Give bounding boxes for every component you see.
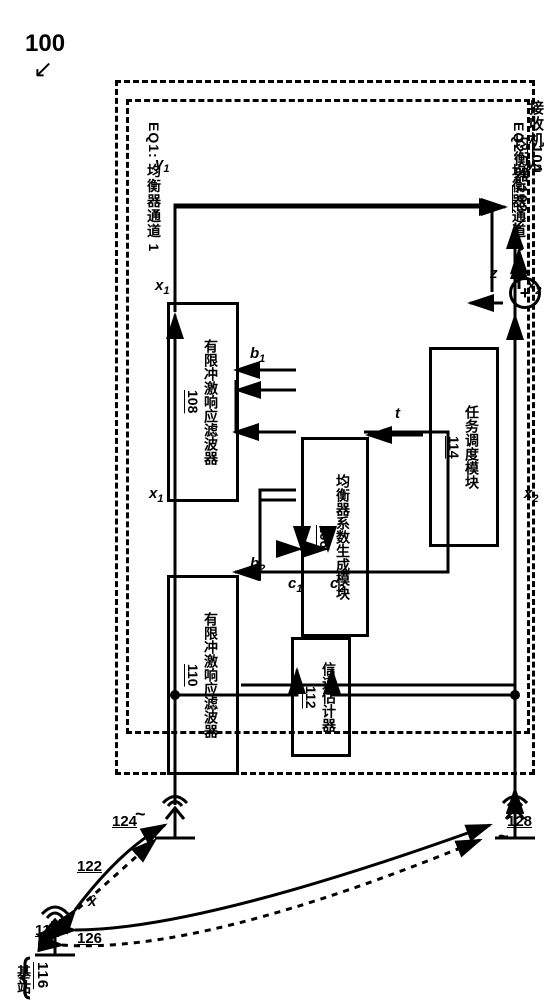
equalizer-box: EQ1: 均衡器通道 1 EQ2: 均衡器通道 2 有限冲激响应滤波器 108 … <box>126 99 530 734</box>
eq-channel-1-label: EQ1: 均衡器通道 1 <box>144 122 164 252</box>
receiver-box: EQ1: 均衡器通道 1 EQ2: 均衡器通道 2 有限冲激响应滤波器 108 … <box>115 80 535 775</box>
fir1-num: 108 <box>185 390 201 413</box>
equalizer-arrow: ↙ <box>512 210 529 235</box>
signal-x1-a: x1 <box>155 277 169 297</box>
svg-text:~: ~ <box>58 910 69 930</box>
task-title: 任务调度模块 <box>462 405 482 489</box>
fir2-title: 有限冲激响应滤波器 <box>201 612 221 738</box>
task-sched-block: 任务调度模块 114 <box>429 347 499 547</box>
sig-122: 122 <box>77 858 102 875</box>
equalizer-num: 102 <box>513 185 530 213</box>
fir1-title: 有限冲激响应滤波器 <box>201 339 221 465</box>
signal-x1-b: x1 <box>149 485 163 505</box>
signal-y1: y1 <box>155 155 169 175</box>
sig-126: 126 <box>77 930 102 947</box>
che-num: 112 <box>303 686 319 709</box>
figure-number-arrow: ↙ <box>33 55 53 84</box>
signal-c2: c2 <box>330 575 344 595</box>
ant-128: 128 <box>507 813 532 830</box>
signal-b2: b2 <box>250 555 265 575</box>
diagram-canvas: 100 ↙ EQ1: 均衡器通道 1 EQ2: 均衡器通道 2 有限冲激响应滤波… <box>0 0 554 1000</box>
base-label: 基站 <box>14 965 34 995</box>
fir-filter-2-block: 有限冲激响应滤波器 110 <box>167 575 239 775</box>
signal-xhat: x̂ <box>88 893 96 910</box>
signal-z: z <box>490 265 498 282</box>
signal-c1: c1 <box>288 575 302 595</box>
signal-b1: b1 <box>250 345 265 365</box>
fir-filter-1-block: 有限冲激响应滤波器 108 <box>167 302 239 502</box>
coef-gen-block: 均衡器系数生成模块 106 <box>301 437 369 637</box>
ant-124: 124 <box>112 813 137 830</box>
signal-y2: y2 <box>527 155 541 175</box>
che-title: 信道估计器 <box>319 662 339 732</box>
base-num: 116 <box>34 962 51 989</box>
ant-118: 118 <box>35 922 59 939</box>
task-num: 114 <box>446 436 462 459</box>
signal-x2-a: x2 <box>527 277 541 297</box>
signal-x2-b: x2 <box>524 485 538 505</box>
coef-num: 106 <box>317 525 333 548</box>
channel-estimator-block: 信道估计器 112 <box>291 637 351 757</box>
signal-t: t <box>395 405 400 422</box>
figure-number: 100 <box>25 30 65 58</box>
fir2-num: 110 <box>185 664 201 687</box>
